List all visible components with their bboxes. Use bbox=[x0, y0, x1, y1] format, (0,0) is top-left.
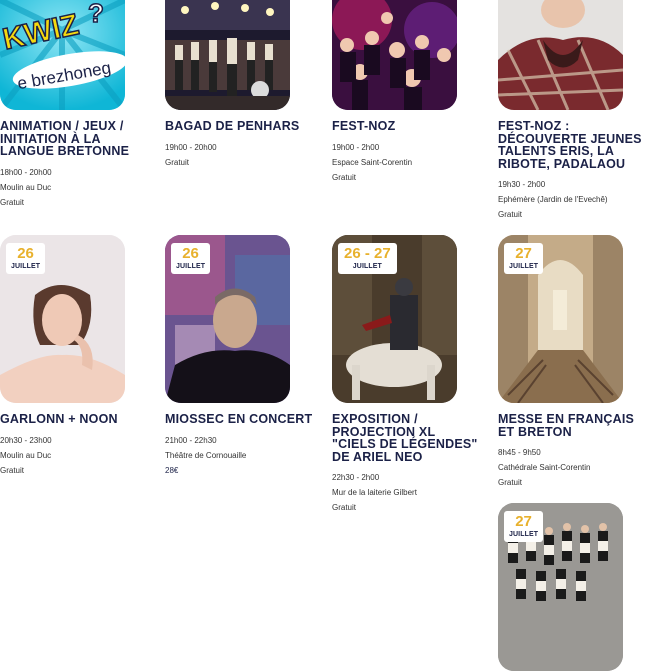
event-card-messe[interactable]: 27 JUILLET MESSE EN FRANÇAIS ET BRETON 8… bbox=[498, 235, 648, 490]
event-title[interactable]: BAGAD DE PENHARS bbox=[165, 120, 315, 133]
date-badge: 26 JUILLET bbox=[6, 243, 46, 274]
event-card-fest-noz[interactable]: FEST-NOZ 19h00 - 2h00 Espace Saint-Coren… bbox=[332, 0, 482, 185]
event-image-messe[interactable]: 27 JUILLET bbox=[498, 235, 623, 403]
event-image-parade[interactable]: 27 JUILLET bbox=[498, 503, 623, 671]
event-price: Gratuit bbox=[332, 172, 357, 182]
event-place: Moulin au Duc bbox=[0, 450, 52, 460]
date-badge: 26 JUILLET bbox=[171, 243, 211, 274]
event-title[interactable]: FEST-NOZ bbox=[332, 120, 482, 133]
event-title[interactable]: GARLONN + NOON bbox=[0, 413, 150, 426]
date-day: 27 bbox=[515, 513, 532, 530]
event-image-kwiz[interactable]: KWIZ ? e brezhoneg bbox=[0, 0, 125, 110]
event-image-miossec[interactable]: 26 JUILLET bbox=[165, 235, 290, 403]
date-month: JUILLET bbox=[11, 263, 41, 270]
date-badge: 27 JUILLET bbox=[504, 243, 544, 274]
date-month: JUILLET bbox=[509, 263, 539, 270]
svg-text:?: ? bbox=[88, 0, 104, 28]
date-day: 27 bbox=[515, 245, 532, 262]
date-badge: 26 - 27 JUILLET bbox=[338, 243, 397, 274]
event-image-fest-noz[interactable] bbox=[332, 0, 457, 110]
event-price: Gratuit bbox=[498, 478, 523, 487]
event-time: 19h30 - 2h00 bbox=[498, 180, 546, 189]
event-time: 18h00 - 20h00 bbox=[0, 167, 52, 177]
event-price: 28€ bbox=[165, 465, 179, 475]
event-title[interactable]: MESSE EN FRANÇAIS ET BRETON bbox=[498, 413, 648, 438]
event-time: 8h45 - 9h50 bbox=[498, 448, 541, 457]
event-card-fest-noz-talents[interactable]: FEST-NOZ : DÉCOUVERTE JEUNES TALENTS ERI… bbox=[498, 0, 648, 222]
date-day: 26 - 27 bbox=[344, 245, 391, 262]
event-card-garlonn[interactable]: 26 JUILLET GARLONN + NOON 20h30 - 23h00 … bbox=[0, 235, 150, 478]
event-card-miossec[interactable]: 26 JUILLET MIOSSEC EN CONCERT 21h00 - 22… bbox=[165, 235, 315, 478]
event-place: Ephémère (Jardin de l'Evechê) bbox=[498, 195, 608, 204]
event-place: Espace Saint-Corentin bbox=[332, 157, 413, 167]
event-image-bagad[interactable] bbox=[165, 0, 290, 110]
date-month: JUILLET bbox=[509, 531, 539, 538]
event-price: Gratuit bbox=[165, 157, 190, 167]
event-card-bagad[interactable]: BAGAD DE PENHARS 19h00 - 20h00 Gratuit bbox=[165, 0, 315, 170]
event-title[interactable]: ANIMATION / JEUX / INITIATION À LA LANGU… bbox=[0, 120, 150, 158]
kwiz-illustration: KWIZ ? e brezhoneg bbox=[0, 0, 125, 110]
event-time: 22h30 - 2h00 bbox=[332, 473, 380, 482]
event-price: Gratuit bbox=[498, 210, 523, 219]
bagad-photo bbox=[165, 0, 290, 110]
event-title[interactable]: MIOSSEC EN CONCERT bbox=[165, 413, 315, 426]
date-month: JUILLET bbox=[176, 263, 206, 270]
date-badge: 27 JUILLET bbox=[504, 511, 544, 542]
date-day: 26 bbox=[182, 245, 199, 262]
event-place: Mur de la laiterie Gilbert bbox=[332, 488, 417, 497]
event-title[interactable]: FEST-NOZ : DÉCOUVERTE JEUNES TALENTS ERI… bbox=[498, 120, 648, 170]
date-day: 26 bbox=[17, 245, 34, 262]
event-image-garlonn[interactable]: 26 JUILLET bbox=[0, 235, 125, 403]
event-price: Gratuit bbox=[0, 197, 25, 207]
event-title[interactable]: EXPOSITION / PROJECTION XL "CIELS DE LÉG… bbox=[332, 413, 482, 463]
event-card-parade[interactable]: 27 JUILLET bbox=[498, 503, 648, 671]
event-card-exposition[interactable]: 26 - 27 JUILLET EXPOSITION / PROJECTION … bbox=[332, 235, 482, 515]
event-time: 20h30 - 23h00 bbox=[0, 435, 52, 445]
event-time: 19h00 - 20h00 bbox=[165, 142, 217, 152]
talents-photo bbox=[498, 0, 623, 110]
event-time: 19h00 - 2h00 bbox=[332, 142, 380, 152]
event-price: Gratuit bbox=[332, 503, 357, 512]
event-place: Moulin au Duc bbox=[0, 182, 52, 192]
event-time: 21h00 - 22h30 bbox=[165, 435, 217, 445]
event-place: Théâtre de Cornouaille bbox=[165, 450, 247, 460]
event-card-animation[interactable]: KWIZ ? e brezhoneg ANIMATION / JEUX / IN… bbox=[0, 0, 150, 210]
event-image-talents[interactable] bbox=[498, 0, 623, 110]
event-price: Gratuit bbox=[0, 465, 25, 475]
event-place: Cathédrale Saint-Corentin bbox=[498, 463, 591, 472]
date-month: JUILLET bbox=[352, 263, 382, 270]
event-image-exposition[interactable]: 26 - 27 JUILLET bbox=[332, 235, 457, 403]
fest-noz-photo bbox=[332, 0, 457, 110]
